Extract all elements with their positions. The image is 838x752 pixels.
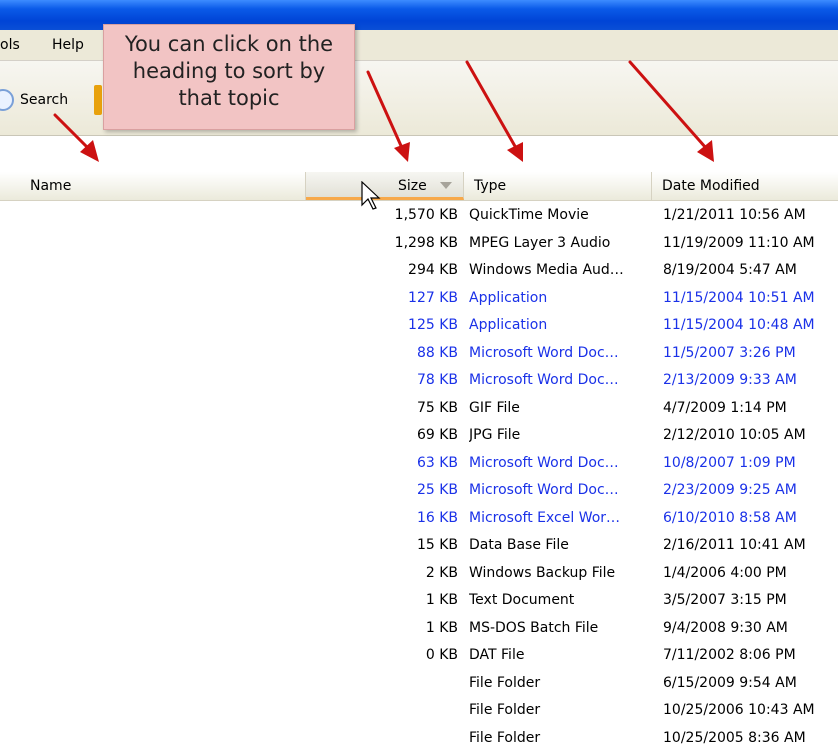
file-date-modified: 6/15/2009 9:54 AM [663,670,838,698]
file-size: 125 KB [310,312,458,340]
file-size: 294 KB [310,257,458,285]
file-type: Microsoft Word Doc… [469,367,649,395]
file-date-modified: 7/11/2002 8:06 PM [663,642,838,670]
file-row[interactable]: CityOfAngels.mp31,298 KBMPEG Layer 3 Aud… [0,230,838,258]
file-date-modified: 2/23/2009 9:25 AM [663,477,838,505]
file-row[interactable]: Dept Books.mov1,570 KBQuickTime Movie1/2… [0,202,838,230]
file-date-modified: 2/13/2009 9:33 AM [663,367,838,395]
file-type: MS-DOS Batch File [469,615,649,643]
file-size: 2 KB [310,560,458,588]
file-size: 127 KB [310,285,458,313]
file-type: File Folder [469,670,649,698]
menu-help[interactable]: Help [52,37,84,53]
file-type: GIF File [469,395,649,423]
file-row[interactable]: Thumbs.db15 KBData Base File2/16/2011 10… [0,532,838,560]
file-type: Application [469,285,649,313]
file-row[interactable]: makeweb.bat1 KBMS-DOS Batch File9/4/2008… [0,615,838,643]
file-size: 1 KB [310,615,458,643]
file-type: Text Document [469,587,649,615]
file-date-modified: 10/25/2006 10:43 AM [663,697,838,725]
file-type: DAT File [469,642,649,670]
file-type: Microsoft Excel Wor… [469,505,649,533]
file-size: 78 KB [310,367,458,395]
file-type: JPG File [469,422,649,450]
file-type: File Folder [469,697,649,725]
file-type: Windows Media Aud… [469,257,649,285]
file-date-modified: 3/5/2007 3:15 PM [663,587,838,615]
file-row[interactable]: Stacey Backup.bkf2 KBWindows Backup File… [0,560,838,588]
file-size: 15 KB [310,532,458,560]
file-date-modified: 1/4/2006 4:00 PM [663,560,838,588]
file-date-modified: 11/15/2004 10:51 AM [663,285,838,313]
file-row[interactable]: DQUOTA.EXE125 KBApplication11/15/2004 10… [0,312,838,340]
file-size: 88 KB [310,340,458,368]
file-row[interactable]: USER.DAT0 KBDAT File7/11/2002 8:06 PM [0,642,838,670]
file-type: Microsoft Word Doc… [469,450,649,478]
file-row[interactable]: netFile Folder10/25/2006 10:43 AM [0,697,838,725]
file-row[interactable]: Guide to FAS Computing.doc88 KBMicrosoft… [0,340,838,368]
file-date-modified: 6/10/2010 8:58 AM [663,505,838,533]
search-button-label: Search [20,92,68,108]
file-row[interactable]: 633362.jpg69 KBJPG File2/12/2010 10:05 A… [0,422,838,450]
file-date-modified: 9/4/2008 9:30 AM [663,615,838,643]
file-date-modified: 1/21/2011 10:56 AM [663,202,838,230]
file-row[interactable]: Errors.log1 KBText Document3/5/2007 3:15… [0,587,838,615]
file-row[interactable]: smessingFile Folder6/15/2009 9:54 AM [0,670,838,698]
file-date-modified: 8/19/2004 5:47 AM [663,257,838,285]
file-date-modified: 11/5/2007 3:26 PM [663,340,838,368]
file-row[interactable]: SETOWNER.EXE127 KBApplication11/15/2004 … [0,285,838,313]
annotation-callout: You can click on the heading to sort by … [103,24,355,130]
search-button[interactable]: Search [0,87,68,113]
address-strip [0,136,838,168]
callout-line-2: heading to sort by [104,58,354,85]
column-header-bar: Name Size Type Date Modified [0,172,838,201]
file-size: 63 KB [310,450,458,478]
file-size: 75 KB [310,395,458,423]
file-row[interactable]: mailing lists.doc25 KBMicrosoft Word Doc… [0,477,838,505]
file-size: 1 KB [310,587,458,615]
file-date-modified: 11/19/2009 11:10 AM [663,230,838,258]
sort-descending-icon [440,182,452,189]
file-size: 25 KB [310,477,458,505]
search-icon [0,89,14,111]
column-header-date[interactable]: Date Modified [652,172,838,200]
menu-tools[interactable]: ols [0,37,20,53]
file-list: Dept Books.mov1,570 KBQuickTime Movie1/2… [0,202,838,752]
callout-line-3: that topic [104,85,354,112]
file-row[interactable]: viz.wmv294 KBWindows Media Aud…8/19/2004… [0,257,838,285]
column-header-type[interactable]: Type [464,172,652,200]
file-size: 16 KB [310,505,458,533]
file-date-modified: 4/7/2009 1:14 PM [663,395,838,423]
file-row[interactable]: wireless map.GIF75 KBGIF File4/7/2009 1:… [0,395,838,423]
file-size: 1,570 KB [310,202,458,230]
file-type: Data Base File [469,532,649,560]
file-row[interactable]: equipment Sign Out.doc78 KBMicrosoft Wor… [0,367,838,395]
file-type: Microsoft Word Doc… [469,340,649,368]
file-type: MPEG Layer 3 Audio [469,230,649,258]
file-type: Microsoft Word Doc… [469,477,649,505]
file-type: QuickTime Movie [469,202,649,230]
file-type: Windows Backup File [469,560,649,588]
column-header-name[interactable]: Name [0,172,306,200]
file-date-modified: 2/16/2011 10:41 AM [663,532,838,560]
file-row[interactable]: FAS File Servers.doc63 KBMicrosoft Word … [0,450,838,478]
file-size: 0 KB [310,642,458,670]
callout-line-1: You can click on the [104,31,354,58]
file-row[interactable]: Philosophy ACIC 09-10 purch…16 KBMicroso… [0,505,838,533]
file-date-modified: 11/15/2004 10:48 AM [663,312,838,340]
file-size: 1,298 KB [310,230,458,258]
file-date-modified: 2/12/2010 10:05 AM [663,422,838,450]
file-type: Application [469,312,649,340]
file-size: 69 KB [310,422,458,450]
file-date-modified: 10/8/2007 1:09 PM [663,450,838,478]
folders-icon[interactable] [94,85,102,115]
